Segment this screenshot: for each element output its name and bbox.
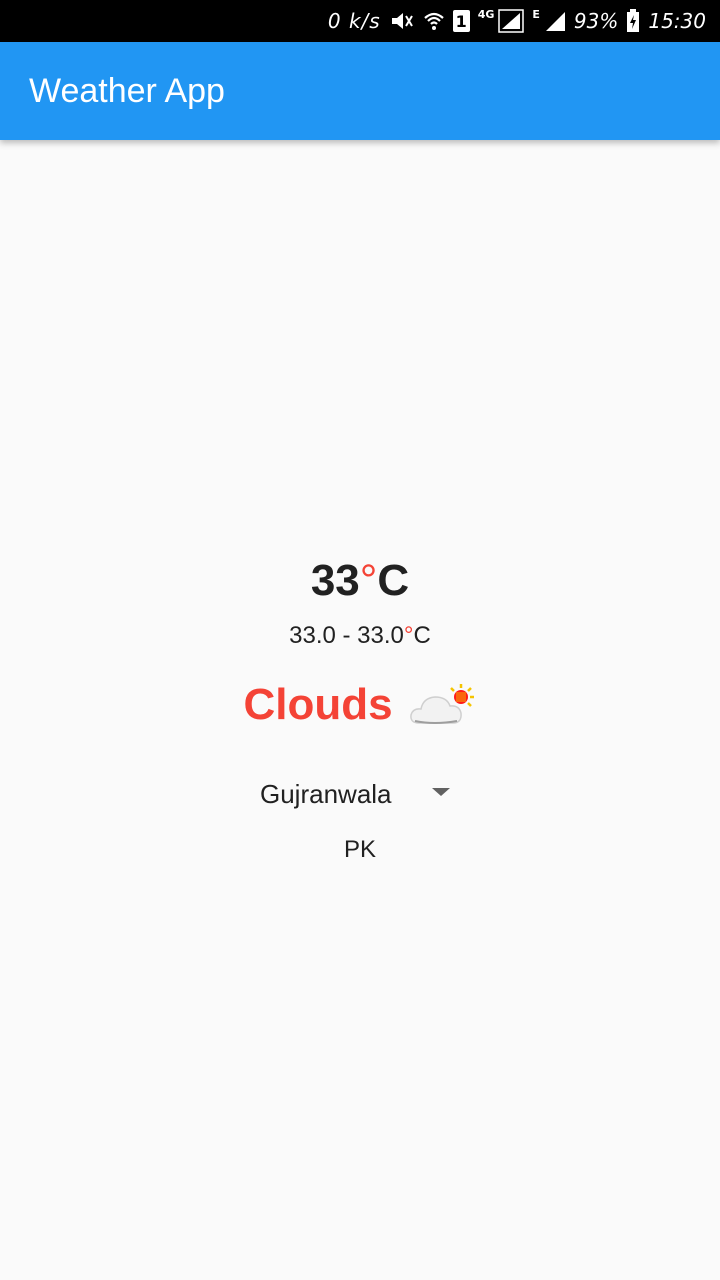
- current-temperature: 33°C: [0, 556, 720, 606]
- mute-icon: [389, 10, 415, 32]
- temperature-range: 33.0 - 33.0°C: [0, 622, 720, 650]
- temperature-value: 33: [310, 556, 360, 605]
- weather-panel: 33°C 33.0 - 33.0°C Clouds Gujranwala PK: [0, 140, 720, 1280]
- sim-icon: 1: [452, 10, 470, 32]
- cloud-sun-icon: [409, 683, 477, 727]
- battery-charging-icon: [626, 9, 640, 33]
- signal-icon: [498, 9, 525, 33]
- dropdown-arrow-icon: [430, 785, 452, 803]
- condition-label: Clouds: [243, 680, 393, 729]
- network-type-label: 4G: [477, 8, 495, 21]
- selected-city: Gujranwala: [260, 778, 392, 809]
- battery-percent: 93%: [573, 9, 619, 33]
- range-degree-symbol: °: [403, 622, 414, 649]
- wifi-icon: [423, 10, 445, 32]
- country-code: PK: [343, 836, 376, 863]
- status-bar: 0 k/s 1 4G E 93% 15:30: [0, 0, 720, 42]
- app-title: Weather App: [29, 71, 225, 110]
- app-bar: Weather App: [0, 42, 720, 140]
- temperature-range-values: 33.0 - 33.0: [289, 622, 404, 649]
- temperature-unit: C: [377, 556, 410, 605]
- weather-condition: Clouds: [0, 680, 720, 730]
- signal-icon-2: [544, 10, 566, 32]
- clock: 15:30: [648, 9, 706, 33]
- city-dropdown[interactable]: Gujranwala: [248, 772, 464, 816]
- network-speed: 0 k/s: [327, 9, 381, 33]
- degree-symbol: °: [359, 556, 378, 605]
- network-type-label-2: E: [532, 8, 540, 21]
- range-unit: C: [413, 622, 431, 649]
